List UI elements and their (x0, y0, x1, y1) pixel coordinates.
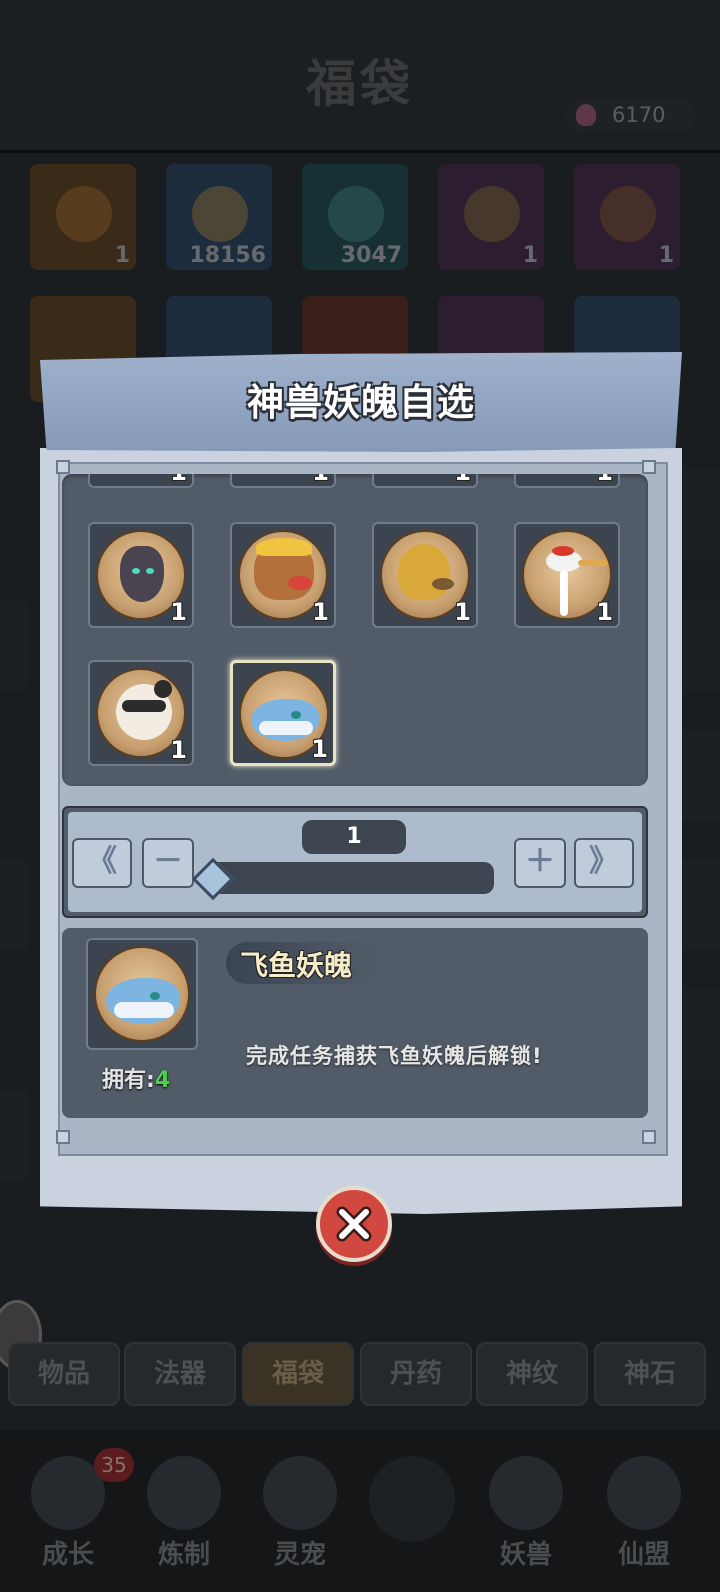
detail-item-slot (86, 938, 198, 1050)
tab-stones[interactable]: 神石 (594, 1342, 706, 1406)
grid-slot[interactable]: 1 (372, 474, 478, 488)
grid-slot[interactable]: 1 (514, 474, 620, 488)
increment-button[interactable]: ＋ (514, 838, 566, 888)
background-header: 福袋 6170 (0, 0, 720, 153)
nav-beasts[interactable]: 妖兽 (476, 1448, 576, 1578)
grid-slot[interactable]: 1 (88, 474, 194, 488)
grid-slot[interactable]: 1 (230, 474, 336, 488)
tab-artifacts[interactable]: 法器 (124, 1342, 236, 1406)
vase-icon (328, 186, 384, 242)
close-x-icon (336, 1206, 372, 1242)
currency-display: 6170 (566, 98, 696, 132)
item-grid[interactable]: 1 1 1 1 1 1 1 1 (62, 474, 648, 786)
orb-icon (600, 186, 656, 242)
background-item: 1 (30, 164, 136, 270)
background-item: 3047 (302, 164, 408, 270)
tab-items[interactable]: 物品 (8, 1342, 120, 1406)
grid-slot-dark-beast[interactable]: 1 (88, 522, 194, 628)
sword-cross-icon (369, 1456, 455, 1542)
max-quantity-button[interactable]: 》 (574, 838, 634, 888)
dialog-title: 神兽妖魄自选 (247, 380, 475, 424)
background-item: 1 (574, 164, 680, 270)
phoenix-icon (464, 186, 520, 242)
flying-fish-soul-icon (94, 946, 190, 1042)
nav-center[interactable] (362, 1448, 462, 1578)
currency-amount: 6170 (612, 103, 666, 127)
grid-slot-flying-fish[interactable]: 1 (230, 660, 336, 766)
guild-icon (607, 1456, 681, 1530)
min-quantity-button[interactable]: 《 (72, 838, 132, 888)
item-description: 完成任务捕获飞鱼妖魄后解锁! (246, 1044, 543, 1068)
nav-pets[interactable]: 灵宠 (250, 1448, 350, 1578)
bag-icon (56, 186, 112, 242)
grid-slot-panda[interactable]: 1 (88, 660, 194, 766)
grid-slot-crane[interactable]: 1 (514, 522, 620, 628)
quantity-slider[interactable] (204, 862, 494, 894)
dialog-header: 神兽妖魄自选 (40, 352, 682, 452)
owned-value: 4 (154, 1068, 171, 1093)
background-item: 18156 (166, 164, 272, 270)
gem-icon (576, 104, 596, 126)
pet-icon (263, 1456, 337, 1530)
tab-runes[interactable]: 神纹 (476, 1342, 588, 1406)
owned-count: 拥有:4 (102, 1068, 171, 1093)
grid-slot-golden-eagle[interactable]: 1 (372, 522, 478, 628)
quantity-value: 1 (302, 820, 406, 854)
furnace-icon (147, 1456, 221, 1530)
notification-badge: 35 (94, 1448, 134, 1482)
beast-icon (489, 1456, 563, 1530)
tab-lucky-bags[interactable]: 福袋 (242, 1342, 354, 1406)
grid-slot-golden-dragon[interactable]: 1 (230, 522, 336, 628)
nav-crafting[interactable]: 炼制 (134, 1448, 234, 1578)
cat-icon (192, 186, 248, 242)
category-tabs: 物品 法器 福袋 丹药 神纹 神石 (0, 1330, 720, 1420)
nav-guild[interactable]: 仙盟 (594, 1448, 694, 1578)
decrement-button[interactable]: － (142, 838, 194, 888)
background-item: 1 (438, 164, 544, 270)
close-button[interactable] (316, 1186, 392, 1262)
item-name: 飞鱼妖魄 (240, 949, 353, 982)
tab-pills[interactable]: 丹药 (360, 1342, 472, 1406)
